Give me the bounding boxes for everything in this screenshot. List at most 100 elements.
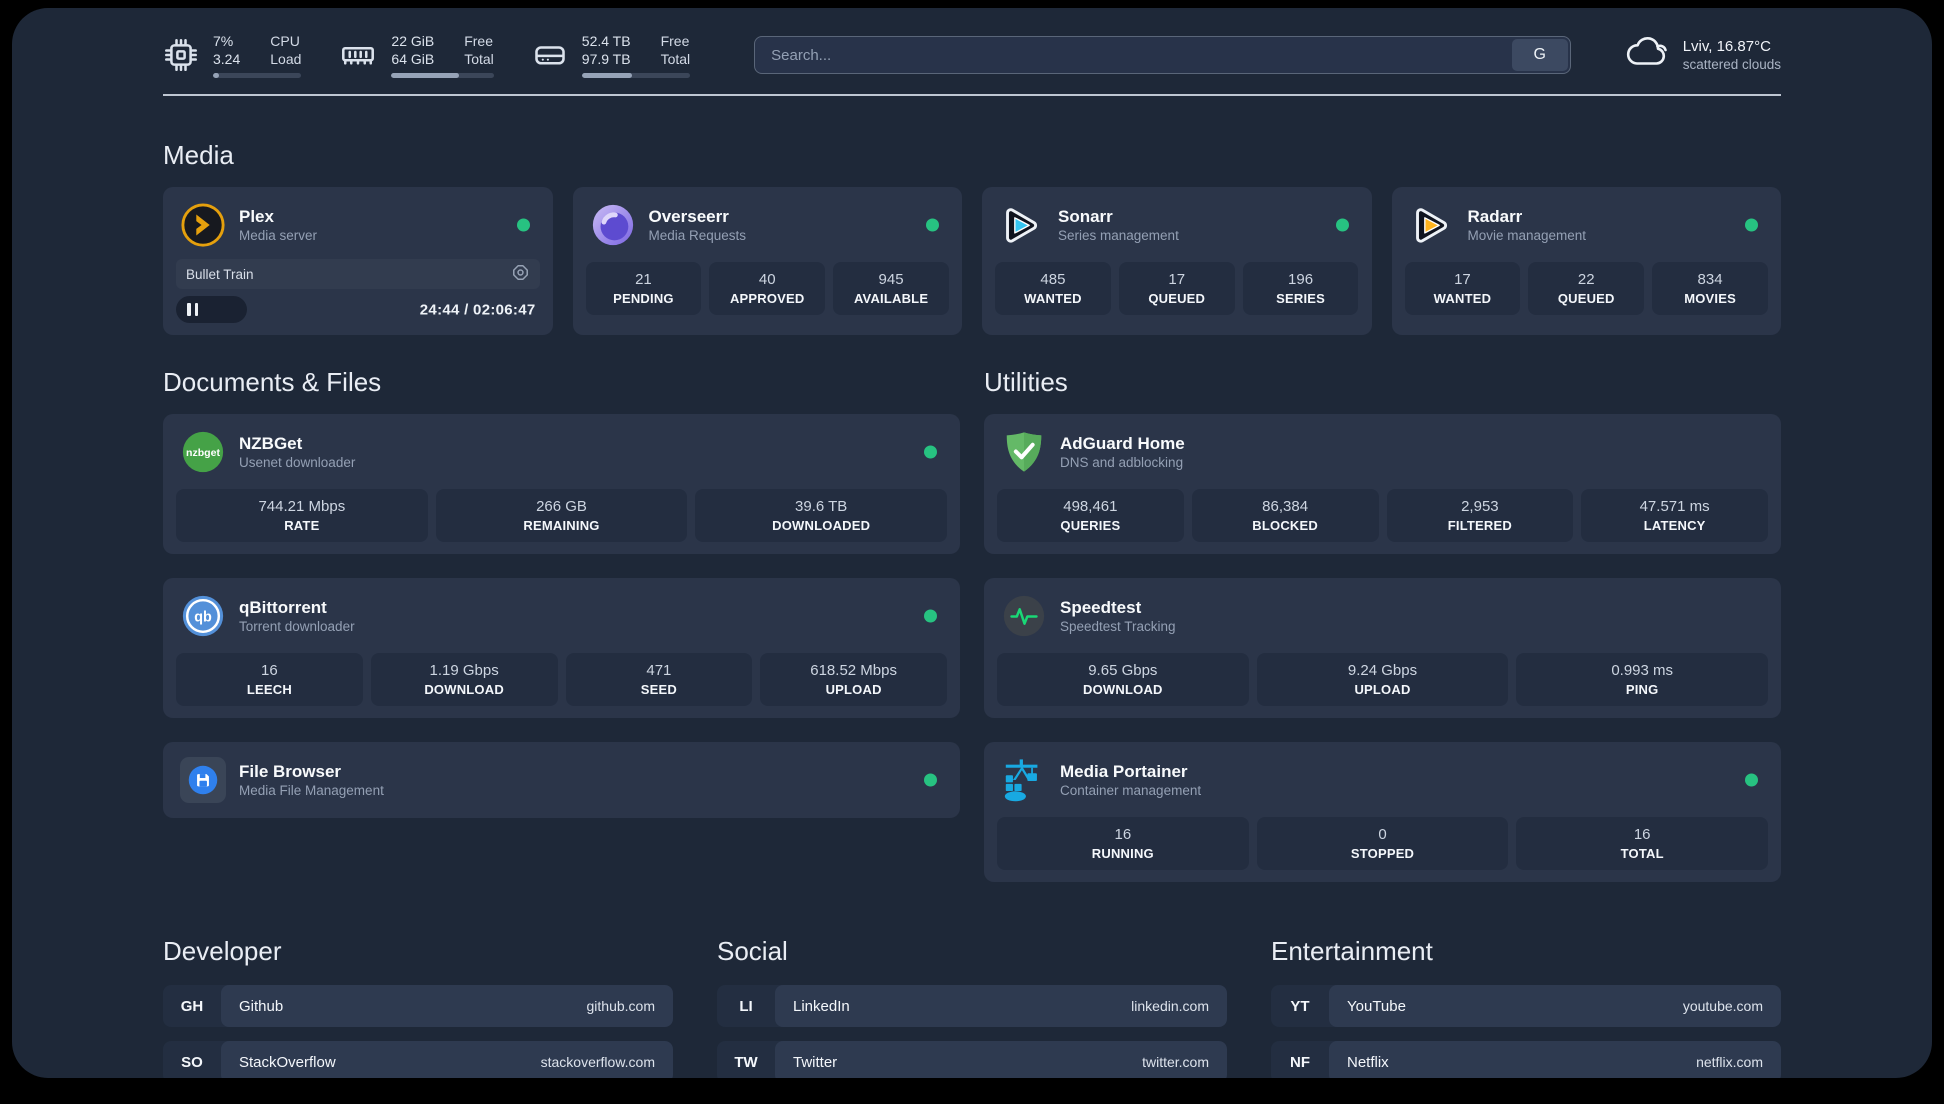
app-title: NZBGet: [239, 433, 303, 453]
bookmark-name: Twitter: [793, 1053, 838, 1071]
stat-label: RATE: [284, 518, 320, 533]
stat-seed: 471 SEED: [565, 653, 753, 706]
cpu-progress-fill: [213, 73, 220, 78]
disk-free-value: 52.4 TB: [581, 33, 631, 49]
playback-progress-bar[interactable]: 24:44 / 02:06:47: [176, 296, 540, 323]
app-subtitle: DNS and adblocking: [1060, 454, 1184, 470]
app-title: Media Portainer: [1060, 761, 1188, 781]
weather-condition: scattered clouds: [1682, 57, 1781, 72]
stat-value: 0: [1378, 826, 1387, 843]
app-card-qbittorrent: qb qBittorrent Torrent downloader 16 LEE…: [163, 578, 960, 718]
svg-text:nzbget: nzbget: [186, 447, 220, 459]
stat-value: 21: [635, 271, 652, 288]
cpu-load-value: 3.24: [213, 51, 241, 67]
app-subtitle: Usenet downloader: [239, 454, 356, 470]
status-online-dot: [924, 773, 937, 787]
stat-queries: 498,461 QUERIES: [997, 489, 1184, 542]
overseerr-link[interactable]: Overseerr Media Requests: [586, 199, 950, 251]
sonarr-link[interactable]: Sonarr Series management: [995, 199, 1359, 251]
bookmark-twitter[interactable]: TW Twitter twitter.com: [717, 1041, 1227, 1078]
stat-label: QUERIES: [1060, 518, 1121, 533]
adguard-link[interactable]: AdGuard Home DNS and adblocking: [997, 426, 1768, 478]
bookmark-github[interactable]: GH Github github.com: [163, 985, 673, 1027]
search-input[interactable]: [754, 36, 1571, 74]
bookmark-group-entertainment: Entertainment YT YouTube youtube.com NF …: [1271, 936, 1781, 1078]
disk-total-label: Total: [660, 51, 691, 67]
stat-value: 485: [1040, 271, 1066, 288]
memory-free-label: Free: [464, 33, 494, 49]
stat-label: QUEUED: [1557, 291, 1615, 306]
stat-value: 945: [878, 271, 904, 288]
qbittorrent-link[interactable]: qb qBittorrent Torrent downloader: [176, 590, 947, 642]
app-subtitle: Movie management: [1467, 227, 1587, 243]
stat-value: 16: [1633, 826, 1651, 843]
media-card-grid: Plex Media server Bullet Train 24:44 / 0…: [163, 187, 1781, 335]
bookmark-name: StackOverflow: [239, 1053, 336, 1071]
bookmark-domain: stackoverflow.com: [540, 1054, 655, 1070]
stat-label: RUNNING: [1091, 846, 1154, 861]
documents-column: Documents & Files nzbget NZBGet Usenet d: [163, 367, 960, 882]
radarr-icon: [1409, 202, 1455, 248]
stat-stopped: 0 STOPPED: [1256, 817, 1509, 870]
stat-blocked: 86,384 BLOCKED: [1191, 489, 1379, 542]
stat-label: SEED: [640, 682, 677, 697]
cpu-icon: [163, 37, 199, 73]
speedtest-link[interactable]: Speedtest Speedtest Tracking: [997, 590, 1768, 642]
stat-value: 1.19 Gbps: [429, 662, 499, 679]
bookmark-group-developer: Developer GH Github github.com SO StackO…: [163, 936, 673, 1078]
disk-total-value: 97.9 TB: [581, 51, 631, 67]
cpu-usage-label: CPU: [270, 33, 300, 49]
overseerr-icon: [590, 202, 636, 248]
stat-label: DOWNLOAD: [1083, 682, 1163, 697]
stat-label: STOPPED: [1350, 846, 1415, 861]
radarr-link[interactable]: Radarr Movie management: [1405, 199, 1769, 251]
app-title: File Browser: [239, 761, 342, 781]
bookmark-netflix[interactable]: NF Netflix netflix.com: [1271, 1041, 1781, 1078]
stat-value: 9.24 Gbps: [1347, 662, 1418, 679]
stat-label: TOTAL: [1620, 846, 1664, 861]
app-card-speedtest: Speedtest Speedtest Tracking 9.65 Gbps D…: [984, 578, 1781, 718]
stat-total: 16 TOTAL: [1516, 817, 1769, 870]
nzbget-link[interactable]: nzbget NZBGet Usenet downloader: [176, 426, 947, 478]
portainer-link[interactable]: Media Portainer Container management: [997, 754, 1768, 806]
top-bar: 7% 3.24 CPU Load 22 GiB 64 GiB Free Tota…: [163, 32, 1781, 78]
stat-available: 945 AVAILABLE: [833, 262, 949, 315]
stat-label: REMAINING: [523, 518, 600, 533]
stat-leech: 16 LEECH: [176, 653, 363, 706]
stat-value: 9.65 Gbps: [1088, 662, 1158, 679]
cpu-usage-value: 7%: [213, 33, 234, 49]
stat-label: APPROVED: [729, 291, 805, 306]
filebrowser-link[interactable]: File Browser Media File Management: [176, 754, 947, 806]
app-card-radarr: Radarr Movie management 17 WANTED 22 QUE…: [1391, 187, 1781, 335]
cpu-stat-widget: 7% 3.24 CPU Load: [163, 32, 302, 78]
section-title-utilities: Utilities: [984, 367, 1068, 397]
search-bar: G: [754, 36, 1571, 74]
stat-label: MOVIES: [1684, 291, 1736, 306]
search-provider-button[interactable]: G: [1511, 39, 1568, 71]
app-title: Sonarr: [1058, 206, 1113, 226]
section-title-documents: Documents & Files: [163, 367, 382, 397]
cpu-progress-bar: [213, 73, 302, 78]
stat-value: 266 GB: [536, 498, 587, 515]
app-card-filebrowser: File Browser Media File Management: [163, 742, 960, 818]
bookmark-abbr: LI: [739, 997, 753, 1015]
bookmark-youtube[interactable]: YT YouTube youtube.com: [1271, 985, 1781, 1027]
disk-free-label: Free: [660, 33, 690, 49]
svg-text:qb: qb: [194, 609, 212, 625]
memory-progress-bar: [391, 73, 494, 78]
bookmark-name: Github: [239, 997, 284, 1015]
app-card-portainer: Media Portainer Container management 16 …: [984, 742, 1781, 882]
playback-progress-fill: [176, 296, 247, 323]
app-subtitle: Series management: [1058, 227, 1179, 243]
plex-now-playing-widget: Bullet Train 24:44 / 02:06:47: [176, 259, 540, 323]
plex-link[interactable]: Plex Media server: [176, 199, 540, 251]
bookmark-linkedin[interactable]: LI LinkedIn linkedin.com: [717, 985, 1227, 1027]
stat-value: 834: [1697, 271, 1723, 288]
bookmark-stackoverflow[interactable]: SO StackOverflow stackoverflow.com: [163, 1041, 673, 1078]
stat-value: 40: [758, 271, 776, 288]
stat-label: SERIES: [1276, 291, 1326, 306]
stat-wanted: 17 WANTED: [1404, 262, 1521, 315]
stat-label: PING: [1625, 682, 1659, 697]
speedtest-icon: [1001, 593, 1047, 639]
stat-movies: 834 MOVIES: [1652, 262, 1768, 315]
